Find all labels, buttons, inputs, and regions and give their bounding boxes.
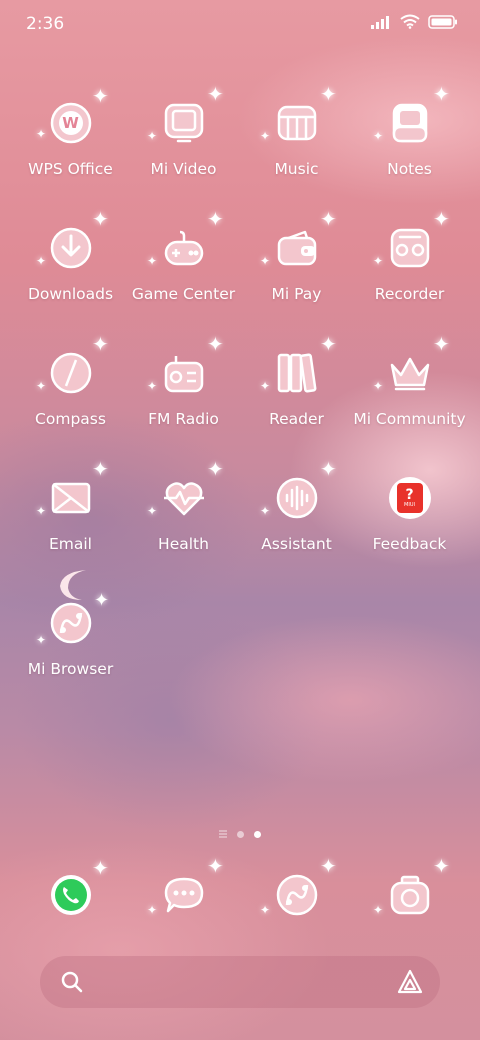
status-time: 2:36 (26, 14, 65, 34)
app-label: Compass (35, 410, 106, 428)
page-indicator[interactable] (0, 830, 480, 838)
browser-icon (270, 868, 324, 922)
app-assistant[interactable]: ✦ ✦ Assistant (240, 459, 353, 555)
app-downloads[interactable]: ✦ ✦ Downloads (14, 209, 127, 305)
app-label: WPS Office (28, 160, 113, 178)
app-wps-office[interactable]: ✦ ✦ W WPS Office (14, 86, 127, 180)
assistant-shortcut-icon[interactable] (396, 968, 424, 996)
app-label: Music (274, 160, 319, 178)
app-feedback[interactable]: ? MIUI Feedback (353, 463, 466, 555)
app-mi-video[interactable]: ✦ ✦ Mi Video (127, 84, 240, 180)
phone-icon (44, 868, 98, 922)
search-bar[interactable] (40, 956, 440, 1008)
dock-browser[interactable]: ✦ ✦ (240, 856, 353, 930)
game-center-icon (157, 221, 211, 275)
app-compass[interactable]: ✦ ✦ Compass (14, 334, 127, 430)
mi-community-icon (383, 346, 437, 400)
recorder-icon (383, 221, 437, 275)
app-grid: ✦ ✦ W WPS Office ✦ ✦ Mi Video ✦ ✦ Music … (14, 84, 466, 680)
assistant-icon (270, 471, 324, 525)
app-notes[interactable]: ✦ ✦ Notes (353, 84, 466, 180)
wps-letter: W (62, 114, 79, 132)
app-label: Email (48, 535, 92, 553)
app-email[interactable]: ✦ ✦ Email (14, 459, 127, 555)
app-mi-pay[interactable]: ✦ ✦ Mi Pay (240, 209, 353, 305)
feedback-icon: ? MIUI (383, 471, 437, 525)
app-fm-radio[interactable]: ✦ ✦ FM Radio (127, 334, 240, 430)
wifi-icon (400, 14, 420, 29)
dock-camera[interactable]: ✦ ✦ (353, 856, 466, 930)
music-icon (270, 96, 324, 150)
dock: ✦ ✦ ✦ ✦ ✦ ✦ ✦ (14, 856, 466, 930)
app-recorder[interactable]: ✦ ✦ Recorder (353, 209, 466, 305)
reader-icon (270, 346, 324, 400)
fm-radio-icon (157, 346, 211, 400)
app-label: Feedback (372, 535, 447, 553)
battery-icon (428, 14, 457, 29)
wps-office-icon: W (44, 96, 98, 150)
app-mi-community[interactable]: ✦ ✦ Mi Community (353, 334, 466, 430)
app-label: Mi Community (353, 410, 466, 428)
mi-video-icon (157, 96, 211, 150)
app-label: Mi Browser (27, 660, 114, 678)
feedback-mark: ? (405, 486, 414, 503)
app-label: Mi Video (150, 160, 217, 178)
status-icons (370, 14, 458, 29)
app-label: FM Radio (148, 410, 219, 428)
status-bar: 2:36 (0, 0, 480, 50)
app-game-center[interactable]: ✦ ✦ Game Center (127, 209, 240, 305)
camera-icon (383, 868, 437, 922)
notes-icon (383, 96, 437, 150)
messages-icon (157, 868, 211, 922)
email-icon (44, 471, 98, 525)
dock-phone[interactable]: ✦ (14, 858, 127, 930)
app-label: Assistant (261, 535, 332, 553)
app-music[interactable]: ✦ ✦ Music (240, 84, 353, 180)
page-dot-active[interactable] (254, 830, 261, 838)
app-label: Recorder (374, 285, 445, 303)
mi-browser-icon (44, 596, 98, 650)
app-label: Reader (269, 410, 324, 428)
downloads-icon (44, 221, 98, 275)
health-icon (157, 471, 211, 525)
search-icon[interactable] (60, 970, 84, 994)
app-label: Mi Pay (271, 285, 322, 303)
app-label: Downloads (27, 285, 114, 303)
compass-icon (44, 346, 98, 400)
signal-icon (371, 15, 389, 29)
app-mi-browser[interactable]: ✦ ✦ Mi Browser (14, 570, 127, 680)
app-reader[interactable]: ✦ ✦ Reader (240, 334, 353, 430)
mi-pay-icon (270, 221, 324, 275)
page-dot[interactable] (237, 830, 244, 838)
menu-lines-icon (219, 830, 227, 838)
app-health[interactable]: ✦ ✦ Health (127, 459, 240, 555)
dock-messages[interactable]: ✦ ✦ (127, 856, 240, 930)
app-label: Notes (387, 160, 432, 178)
app-label: Health (158, 535, 209, 553)
app-label: Game Center (131, 285, 236, 303)
feedback-badge: MIUI (404, 501, 415, 508)
